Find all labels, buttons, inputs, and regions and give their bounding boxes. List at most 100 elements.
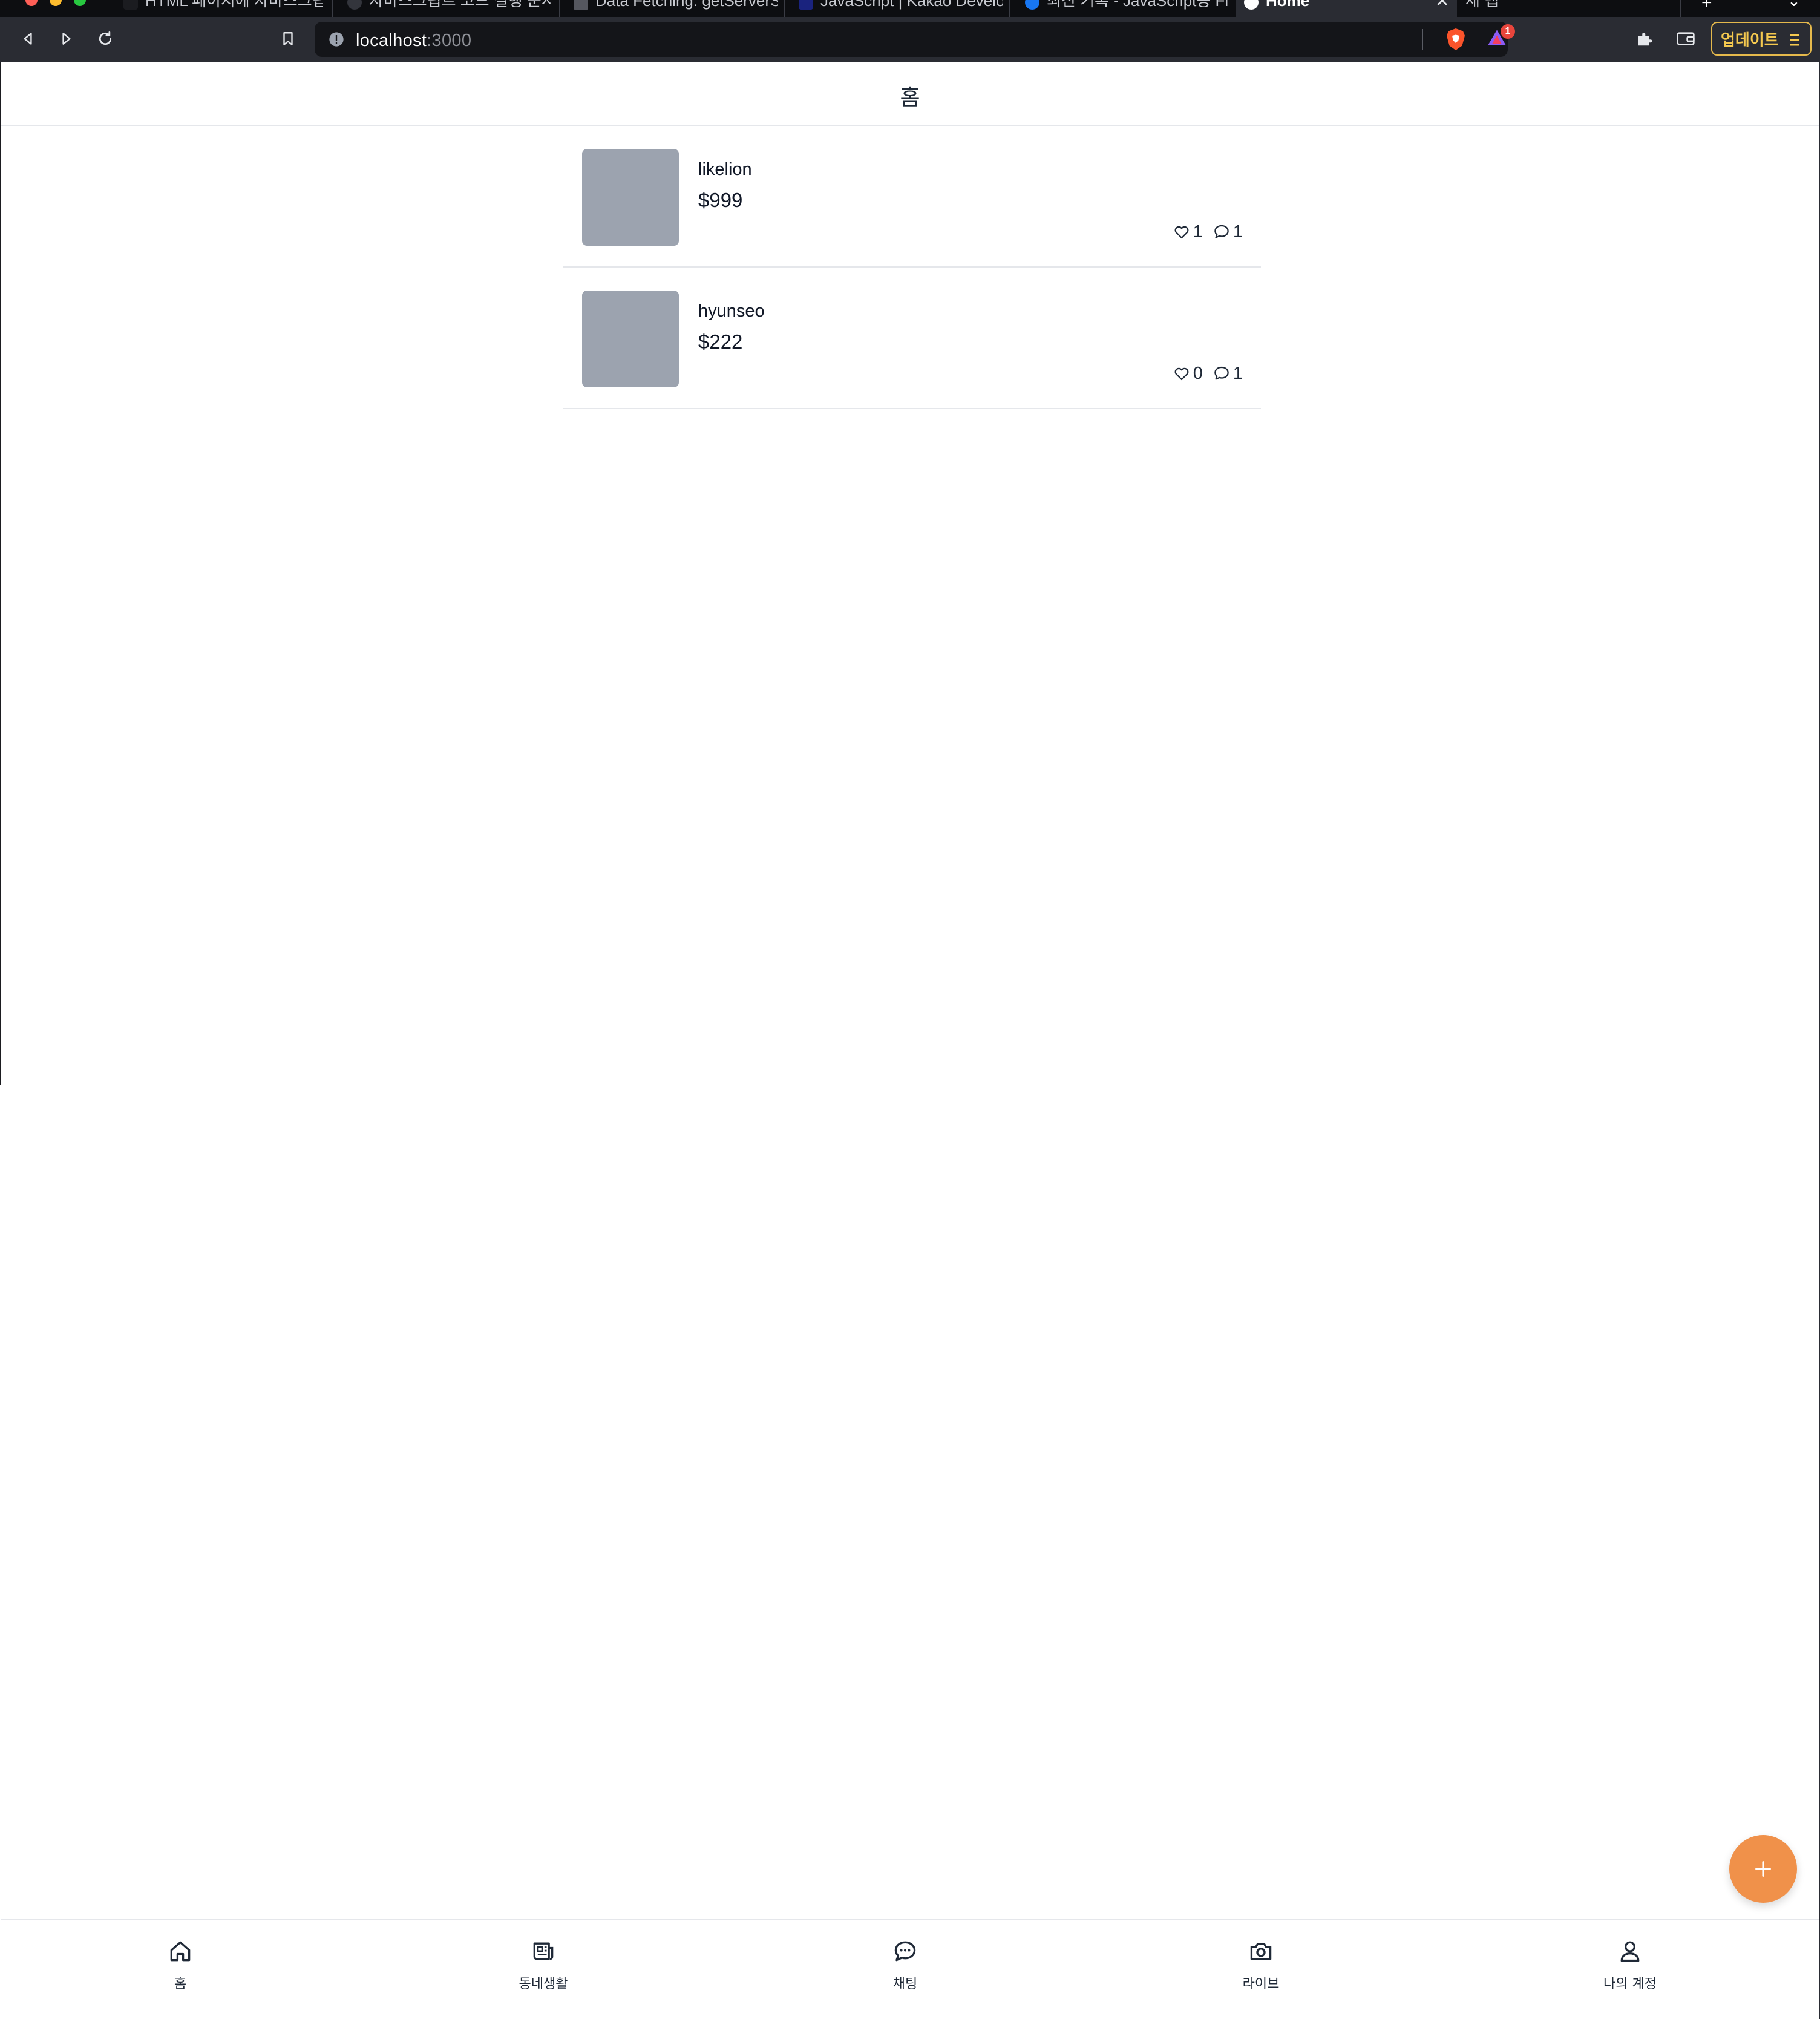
- nav-label: 홈: [174, 1977, 187, 1992]
- user-icon: [1620, 1941, 1640, 1962]
- home-icon: [170, 1941, 191, 1962]
- back-button[interactable]: [15, 25, 41, 52]
- nav-item-my-account[interactable]: 나의 계정: [1570, 1938, 1691, 1992]
- menu-icon: [1790, 34, 1799, 46]
- page-title: 홈: [900, 85, 920, 110]
- tab-separator: [1680, 0, 1681, 17]
- forward-arrow-icon: [62, 33, 71, 45]
- heart-icon: [1174, 367, 1189, 381]
- tab-favicon-icon: [123, 0, 138, 10]
- wallet-icon: [1677, 32, 1695, 45]
- app-page: 홈 likelion $999 1 1 hyunseo $222 0 1 홈 동…: [1, 62, 1819, 2019]
- comment-count: 1: [1213, 222, 1243, 242]
- chat-bubble-icon: [1214, 225, 1229, 238]
- browser-tab[interactable]: JavaScript | Kakao Develo: [790, 0, 1003, 17]
- url-port: :3000: [427, 31, 472, 50]
- camera-icon: [1250, 1943, 1272, 1960]
- add-product-button[interactable]: [1729, 1835, 1797, 1903]
- browser-tab[interactable]: Data Fetching: getServerS: [565, 0, 778, 17]
- rewards-badge: 1: [1501, 24, 1515, 39]
- address-bar[interactable]: localhost:3000 1: [315, 22, 1515, 57]
- tab-title: Home: [1266, 0, 1310, 10]
- heart-icon: [1174, 226, 1189, 239]
- update-label: 업데이트: [1721, 30, 1779, 49]
- like-count: 0: [1173, 364, 1203, 384]
- tab-title: JavaScript | Kakao Develo: [820, 0, 1003, 10]
- like-count-value: 1: [1193, 222, 1203, 241]
- product-stats: 1 1: [1163, 222, 1243, 242]
- bookmark-button[interactable]: [275, 25, 301, 52]
- back-arrow-icon: [24, 33, 32, 45]
- tab-favicon-icon: [1244, 0, 1259, 10]
- product-thumbnail[interactable]: [582, 149, 679, 246]
- page-header: 홈: [1, 62, 1819, 126]
- nav-item-home[interactable]: 홈: [120, 1938, 241, 1992]
- browser-tab[interactable]: 자바스크립트 코드 실행 순서 -: [339, 0, 552, 17]
- chat-bubble-icon: [1214, 366, 1229, 380]
- tab-close-icon[interactable]: ✕: [1435, 0, 1449, 10]
- wallet-button[interactable]: [1672, 25, 1699, 52]
- url-text[interactable]: localhost:3000: [356, 31, 471, 51]
- browser-tab-active[interactable]: Home ✕: [1236, 0, 1457, 17]
- update-button[interactable]: 업데이트: [1711, 22, 1812, 56]
- window-edge: [0, 62, 1, 1085]
- nav-item-live[interactable]: 라이브: [1200, 1938, 1321, 1992]
- url-host: localhost: [356, 31, 427, 50]
- comment-count-value: 1: [1232, 222, 1243, 241]
- browser-toolbar: localhost:3000 1 업데이트: [0, 17, 1820, 62]
- nav-item-chat[interactable]: 채팅: [845, 1938, 966, 1992]
- tab-title: 최신 기록 - JavaScript용 Fir: [1047, 0, 1229, 10]
- tab-separator: [784, 0, 785, 17]
- forward-button[interactable]: [53, 25, 80, 52]
- nav-label: 채팅: [892, 1977, 918, 1992]
- brave-shields-icon[interactable]: [1445, 27, 1467, 54]
- url-divider: [1422, 29, 1423, 50]
- site-info-icon[interactable]: [328, 31, 345, 51]
- tab-favicon-icon: [574, 0, 588, 10]
- tab-title: 새 탭: [1465, 0, 1499, 10]
- reload-icon: [99, 31, 112, 45]
- puzzle-icon: [1638, 33, 1652, 46]
- tab-separator: [332, 0, 333, 17]
- chat-icon: [894, 1941, 916, 1962]
- tab-title: 자바스크립트 코드 실행 순서 -: [369, 0, 552, 10]
- browser-tab[interactable]: HTML 페이지에 자바스크립트: [115, 0, 323, 17]
- tab-list-chevron-icon[interactable]: ⌄: [1787, 0, 1801, 10]
- product-name: likelion: [698, 160, 752, 179]
- product-price: $222: [698, 330, 743, 353]
- tab-separator: [1009, 0, 1010, 17]
- new-tab-icon[interactable]: +: [1701, 0, 1712, 13]
- tab-favicon-icon: [799, 0, 813, 10]
- tab-favicon-icon: [1025, 0, 1039, 10]
- product-stats: 0 1: [1163, 363, 1243, 384]
- browser-tab[interactable]: 최신 기록 - JavaScript용 Fir: [1016, 0, 1229, 17]
- tab-favicon-icon: [347, 0, 362, 10]
- nav-label: 라이브: [1242, 1977, 1280, 1992]
- tab-title: HTML 페이지에 자바스크립트: [145, 0, 323, 10]
- product-price: $999: [698, 189, 743, 211]
- tab-title: Data Fetching: getServerS: [595, 0, 778, 10]
- bottom-nav: 홈 동네생활 채팅 라이브 나의 계정: [1, 1919, 1819, 2019]
- browser-tab-strip: HTML 페이지에 자바스크립트 자바스크립트 코드 실행 순서 - Data …: [0, 0, 1820, 17]
- comment-count-value: 1: [1232, 363, 1243, 383]
- product-item[interactable]: likelion $999 1 1: [563, 126, 1261, 268]
- window-zoom-button[interactable]: [74, 0, 86, 6]
- window-close-button[interactable]: [25, 0, 38, 6]
- comment-count: 1: [1213, 364, 1243, 384]
- reload-button[interactable]: [92, 25, 119, 52]
- product-thumbnail[interactable]: [582, 291, 679, 387]
- bookmark-icon: [283, 32, 293, 45]
- product-name: hyunseo: [698, 301, 765, 321]
- extensions-button[interactable]: [1631, 25, 1658, 52]
- nav-label: 나의 계정: [1603, 1977, 1657, 1992]
- like-count: 1: [1173, 222, 1203, 242]
- browser-tab[interactable]: 새 탭: [1458, 0, 1603, 17]
- window-minimize-button[interactable]: [50, 0, 62, 6]
- like-count-value: 0: [1193, 363, 1203, 383]
- nav-item-community[interactable]: 동네생활: [483, 1938, 604, 1992]
- product-list: likelion $999 1 1 hyunseo $222 0 1: [563, 126, 1261, 409]
- tab-separator: [559, 0, 560, 17]
- plus-icon: [1755, 1861, 1771, 1877]
- product-item[interactable]: hyunseo $222 0 1: [563, 268, 1261, 409]
- nav-label: 동네생활: [519, 1977, 568, 1992]
